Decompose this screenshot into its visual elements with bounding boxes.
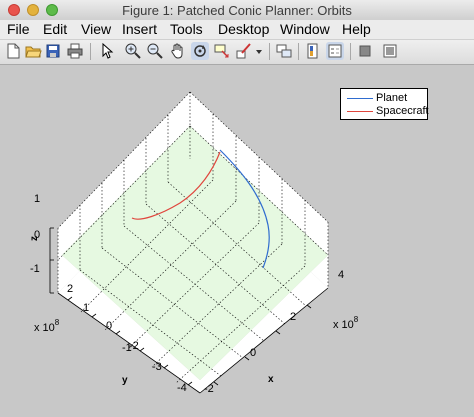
x-tick-label: 0	[250, 347, 256, 359]
legend-line-planet	[347, 98, 373, 99]
y-tick-label: -4	[177, 382, 187, 394]
insert-colorbar-icon[interactable]	[304, 42, 322, 60]
legend-line-spacecraft	[347, 111, 373, 112]
menu-view[interactable]: View	[81, 21, 111, 37]
toolbar-separator	[350, 43, 351, 60]
hide-plot-tools-icon[interactable]	[356, 42, 374, 60]
legend-label-spacecraft: Spacecraft	[376, 105, 429, 117]
y-tick-label: -3	[152, 361, 162, 373]
print-icon[interactable]	[66, 42, 84, 60]
y-multiplier: x 108	[34, 318, 60, 334]
x-tick-label: 2	[290, 311, 296, 323]
pan-hand-icon[interactable]	[169, 42, 187, 60]
figure-toolbar	[0, 39, 474, 65]
insert-legend-icon[interactable]	[326, 42, 344, 60]
y-tick-label: 1	[83, 302, 89, 314]
show-plot-tools-icon[interactable]	[381, 42, 399, 60]
brush-dropdown-icon[interactable]	[254, 42, 264, 60]
menu-tools[interactable]: Tools	[170, 21, 203, 37]
x-axis-label: x	[268, 374, 274, 385]
pointer-icon[interactable]	[97, 42, 115, 60]
toolbar-separator	[90, 43, 91, 60]
y-tick-label: 2	[67, 283, 73, 295]
figure-window: Figure 1: Patched Conic Planner: Orbits …	[0, 0, 474, 417]
x-tick-label: -2	[204, 383, 214, 395]
save-icon[interactable]	[44, 42, 62, 60]
open-file-icon[interactable]	[24, 42, 42, 60]
menu-file[interactable]: File	[7, 21, 30, 37]
data-cursor-icon[interactable]	[213, 42, 231, 60]
link-plot-icon[interactable]	[275, 42, 293, 60]
menu-insert[interactable]: Insert	[122, 21, 157, 37]
new-figure-icon[interactable]	[4, 42, 22, 60]
menu-window[interactable]: Window	[280, 21, 330, 37]
menu-desktop[interactable]: Desktop	[218, 21, 269, 37]
z-tick-label: -1	[30, 263, 40, 275]
zoom-out-icon[interactable]	[146, 42, 164, 60]
x-tick-label: 4	[338, 269, 344, 281]
y-tick-label: 0	[106, 320, 112, 332]
menu-edit[interactable]: Edit	[43, 21, 67, 37]
rotate-3d-icon[interactable]	[191, 42, 209, 60]
zoom-in-icon[interactable]	[124, 42, 142, 60]
y-tick-label: -2	[129, 340, 139, 352]
y-axis-label: y	[122, 375, 128, 386]
legend[interactable]: Planet Spacecraft	[340, 88, 429, 120]
z-axis-label: z	[29, 236, 40, 241]
z-tick-label: 1	[34, 193, 40, 205]
menu-help[interactable]: Help	[342, 21, 371, 37]
menu-bar: File Edit View Insert Tools Desktop Wind…	[0, 20, 474, 39]
title-bar[interactable]: Figure 1: Patched Conic Planner: Orbits	[0, 0, 474, 21]
legend-label-planet: Planet	[376, 92, 408, 104]
ecliptic-plane	[61, 125, 329, 381]
brush-icon[interactable]	[235, 42, 253, 60]
window-title: Figure 1: Patched Conic Planner: Orbits	[122, 3, 352, 18]
toolbar-separator	[298, 43, 299, 60]
toolbar-separator	[269, 43, 270, 60]
x-multiplier: x 108	[333, 315, 359, 331]
